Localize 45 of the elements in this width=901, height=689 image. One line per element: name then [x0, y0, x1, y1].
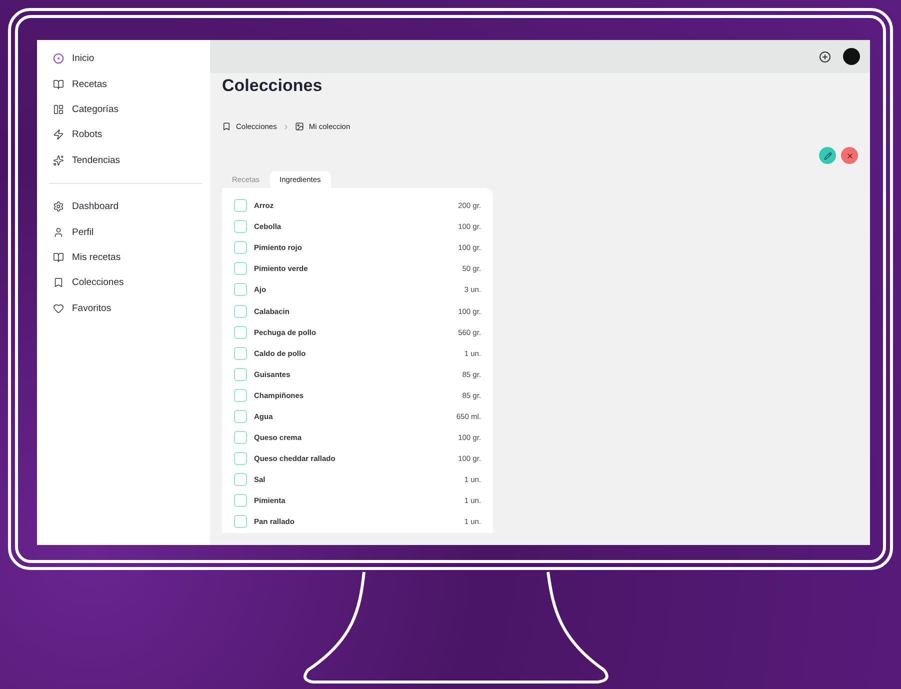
checkbox[interactable] [234, 452, 247, 466]
checkbox[interactable] [234, 346, 247, 360]
checkbox[interactable] [234, 368, 247, 381]
image-icon [294, 122, 304, 131]
sidebar-item[interactable]: Recetas [49, 71, 202, 97]
checkbox[interactable] [234, 494, 247, 508]
sidebar-item[interactable]: Tendencias [49, 148, 202, 173]
checkbox[interactable] [234, 515, 247, 528]
edit-button[interactable] [819, 147, 836, 164]
sidebar-item[interactable]: Perfil [49, 219, 202, 245]
checkbox[interactable] [234, 410, 247, 423]
checkbox[interactable] [234, 220, 247, 234]
checkbox[interactable] [234, 473, 247, 486]
sidebar-item[interactable]: Colecciones [49, 270, 202, 296]
checkbox[interactable] [234, 304, 247, 318]
checkbox[interactable] [234, 199, 247, 212]
sidebar-item[interactable]: Robots [49, 122, 202, 148]
page-title: Colecciones [222, 76, 324, 96]
heart-icon [53, 302, 64, 314]
book-icon [53, 78, 64, 90]
circle-dot-icon [53, 53, 64, 64]
sidebar-item[interactable]: Inicio [49, 46, 202, 72]
book-icon [53, 252, 64, 263]
settings-icon [53, 201, 64, 212]
user-icon [53, 226, 64, 238]
sidebar-item[interactable]: Categorías [49, 96, 202, 122]
avatar[interactable] [843, 48, 860, 65]
bookmark-icon [53, 277, 64, 288]
checkbox[interactable] [234, 388, 247, 402]
close-button[interactable] [841, 147, 858, 164]
sidebar-item[interactable]: Dashboard [49, 194, 202, 220]
lightning-icon [53, 129, 64, 140]
checkbox[interactable] [234, 431, 247, 444]
add-icon[interactable] [819, 50, 831, 62]
sidebar-item[interactable]: Mis recetas [49, 244, 202, 270]
sidebar-item[interactable]: Favoritos [49, 296, 202, 321]
close-icon [846, 152, 854, 160]
sparkles-icon [53, 154, 64, 166]
checkbox[interactable] [234, 326, 247, 339]
checkbox[interactable] [234, 283, 247, 296]
checkbox[interactable] [234, 262, 247, 276]
panel-icon [53, 104, 64, 115]
bookmark-icon [222, 122, 231, 131]
pencil-icon [824, 152, 832, 160]
checkbox[interactable] [234, 241, 247, 254]
